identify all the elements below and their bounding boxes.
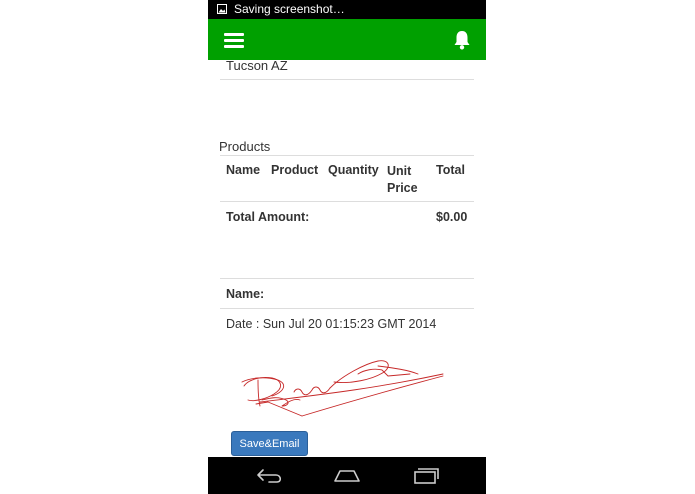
status-bar: Saving screenshot… — [208, 0, 486, 19]
total-amount-value: $0.00 — [436, 210, 468, 224]
column-header-quantity: Quantity — [328, 163, 379, 177]
column-header-product: Product — [271, 163, 319, 177]
invoice-content: Tucson AZ Products Name Product Quantity… — [208, 60, 486, 457]
image-icon — [217, 4, 227, 14]
phone-screen: Saving screenshot… Tucson AZ Products Na… — [208, 0, 486, 494]
divider — [220, 201, 474, 202]
divider — [220, 278, 474, 279]
divider — [220, 79, 474, 80]
signature-image — [241, 360, 444, 417]
status-text: Saving screenshot… — [234, 2, 345, 16]
bell-icon[interactable] — [453, 30, 471, 50]
signature-date: Date : Sun Jul 20 01:15:23 GMT 2014 — [226, 317, 437, 331]
navigation-bar — [208, 457, 486, 494]
unit-price-line-1: Unit — [387, 164, 412, 178]
column-header-name: Name — [226, 163, 261, 177]
products-title: Products — [219, 139, 271, 154]
divider — [220, 155, 474, 156]
signer-name-label: Name: — [226, 287, 265, 301]
back-icon[interactable] — [255, 465, 285, 485]
total-amount-label: Total Amount: — [226, 210, 310, 224]
save-email-button[interactable]: Save&Email — [231, 431, 308, 456]
app-bar — [208, 19, 486, 60]
column-header-unit-price: Unit Price — [387, 163, 418, 197]
column-header-total: Total — [436, 163, 465, 177]
address-city: Tucson AZ — [226, 60, 288, 73]
home-icon[interactable] — [332, 465, 362, 485]
divider — [220, 308, 474, 309]
hamburger-menu-icon[interactable] — [224, 32, 244, 48]
recents-icon[interactable] — [411, 465, 441, 485]
unit-price-line-2: Price — [387, 181, 418, 195]
